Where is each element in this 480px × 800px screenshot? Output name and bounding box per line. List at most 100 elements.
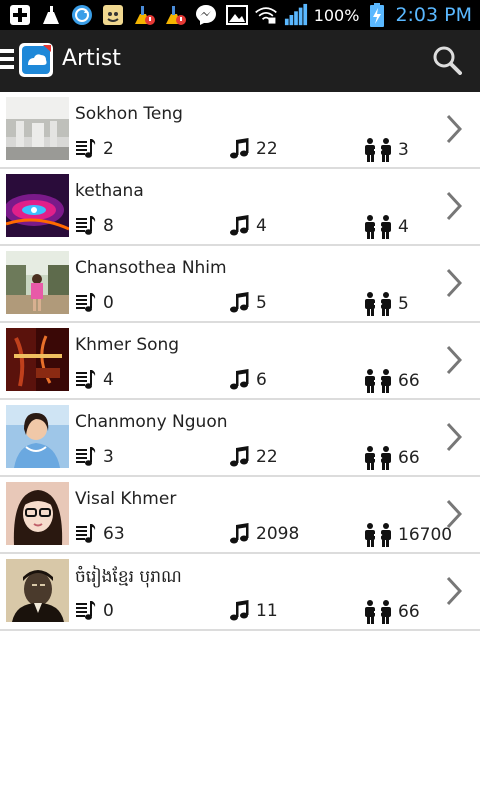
artist-name: Chanmony Nguon: [75, 412, 228, 432]
song-value: 4: [256, 216, 267, 236]
chevron-right-icon[interactable]: [446, 422, 463, 452]
search-icon[interactable]: [432, 45, 462, 75]
artist-row[interactable]: Chansothea Nhim 0 5 5: [0, 246, 480, 323]
music-note-icon: [230, 292, 250, 314]
playlist-icon: [75, 446, 97, 468]
artist-row[interactable]: kethana 8 4 4: [0, 169, 480, 246]
playlist-value: 0: [103, 293, 114, 313]
messenger-icon: [194, 3, 218, 27]
chevron-right-icon[interactable]: [446, 499, 463, 529]
playlist-count: 8: [75, 215, 114, 237]
artist-row[interactable]: Chanmony Nguon 3 22 66: [0, 400, 480, 477]
wifi-lock-icon: [254, 3, 278, 27]
song-count: 2098: [230, 523, 299, 545]
add-box-icon: [8, 3, 32, 27]
follower-value: 66: [398, 371, 420, 391]
song-count: 11: [230, 600, 278, 622]
playlist-icon: [75, 292, 97, 314]
follower-count: 3: [364, 138, 409, 162]
artist-row[interactable]: Khmer Song 4 6 66: [0, 323, 480, 400]
song-value: 11: [256, 601, 278, 621]
cleaner-alert-icon: [163, 3, 187, 27]
music-note-icon: [230, 138, 250, 160]
artist-thumbnail: [6, 559, 69, 622]
chevron-right-icon[interactable]: [446, 114, 463, 144]
music-note-icon: [230, 446, 250, 468]
song-value: 5: [256, 293, 267, 313]
artist-thumbnail: [6, 97, 69, 160]
cleaner-alert-icon: [132, 3, 156, 27]
system-status: 100% 2:03 PM: [254, 3, 472, 27]
chevron-right-icon[interactable]: [446, 576, 463, 606]
battery-percent: 100%: [313, 5, 360, 25]
artist-thumbnail: [6, 328, 69, 391]
artist-row[interactable]: Sokhon Teng 2 22 3: [0, 92, 480, 169]
app-logo-icon[interactable]: [19, 43, 53, 77]
song-value: 22: [256, 139, 278, 159]
artist-thumbnail: [6, 482, 69, 545]
follower-count: 16700: [364, 523, 452, 547]
follower-value: 16700: [398, 525, 453, 545]
game-app-icon: [101, 3, 125, 27]
playlist-icon: [75, 600, 97, 622]
artist-row[interactable]: Visal Khmer 63 2098 16700: [0, 477, 480, 554]
playlist-value: 0: [103, 601, 114, 621]
song-value: 2098: [256, 524, 300, 544]
song-count: 4: [230, 215, 267, 237]
music-note-icon: [230, 523, 250, 545]
artist-row[interactable]: ចំរៀងខ្មែរ បុរាណ 0 11 66: [0, 554, 480, 631]
song-count: 6: [230, 369, 267, 391]
action-bar: Artist: [0, 30, 480, 92]
artist-name: kethana: [75, 181, 144, 201]
follower-count: 4: [364, 215, 409, 239]
chevron-right-icon[interactable]: [446, 191, 463, 221]
music-note-icon: [230, 369, 250, 391]
follower-value: 4: [398, 217, 409, 237]
artist-thumbnail: [6, 405, 69, 468]
music-note-icon: [230, 215, 250, 237]
playlist-count: 0: [75, 600, 114, 622]
music-note-icon: [230, 600, 250, 622]
gallery-icon: [225, 3, 249, 27]
follower-count: 66: [364, 369, 420, 393]
playlist-value: 2: [103, 139, 114, 159]
playlist-icon: [75, 138, 97, 160]
clock: 2:03 PM: [395, 4, 472, 26]
playlist-count: 3: [75, 446, 114, 468]
follower-count: 5: [364, 292, 409, 316]
artist-name: Visal Khmer: [75, 489, 177, 509]
chevron-right-icon[interactable]: [446, 345, 463, 375]
notification-icons: [8, 3, 249, 27]
status-bar: 100% 2:03 PM: [0, 0, 480, 30]
song-value: 22: [256, 447, 278, 467]
follower-count: 66: [364, 446, 420, 470]
playlist-value: 3: [103, 447, 114, 467]
playlist-count: 63: [75, 523, 125, 545]
follow-icon: [364, 292, 392, 316]
playlist-value: 63: [103, 524, 125, 544]
playlist-count: 2: [75, 138, 114, 160]
playlist-icon: [75, 369, 97, 391]
clean-master-icon: [39, 3, 63, 27]
playlist-count: 0: [75, 292, 114, 314]
artist-thumbnail: [6, 174, 69, 237]
follow-icon: [364, 446, 392, 470]
playlist-count: 4: [75, 369, 114, 391]
follow-icon: [364, 215, 392, 239]
menu-icon[interactable]: [0, 49, 14, 71]
follower-value: 66: [398, 448, 420, 468]
follower-count: 66: [364, 600, 420, 624]
playlist-value: 4: [103, 370, 114, 390]
follower-value: 3: [398, 140, 409, 160]
song-count: 22: [230, 138, 278, 160]
artist-name: Khmer Song: [75, 335, 180, 355]
signal-icon: [284, 3, 308, 27]
playlist-value: 8: [103, 216, 114, 236]
playlist-icon: [75, 215, 97, 237]
follower-value: 66: [398, 602, 420, 622]
artist-name: Sokhon Teng: [75, 104, 183, 124]
artist-name: Chansothea Nhim: [75, 258, 227, 278]
follow-icon: [364, 600, 392, 624]
chevron-right-icon[interactable]: [446, 268, 463, 298]
battery-charging-icon: [365, 3, 389, 27]
